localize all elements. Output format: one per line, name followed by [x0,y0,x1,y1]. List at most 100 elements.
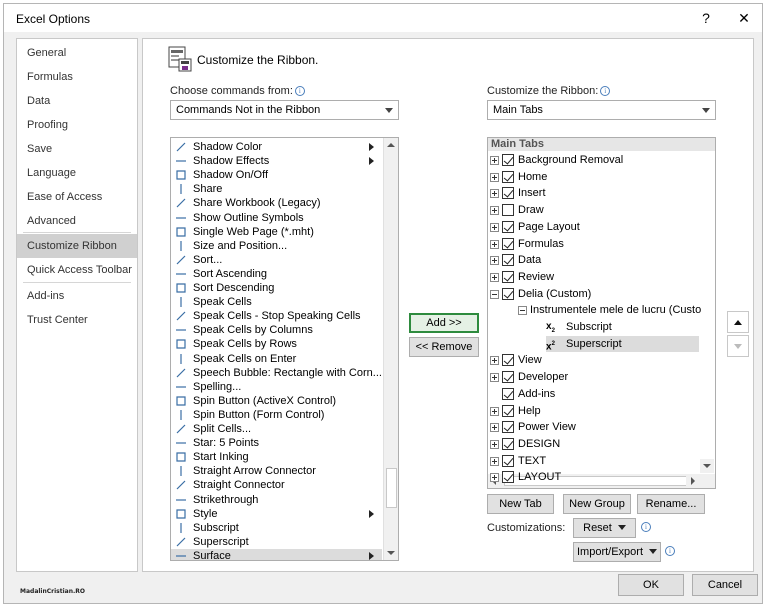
new-group-button[interactable]: New Group [563,494,631,514]
scroll-down-button[interactable] [384,546,398,560]
expand-icon[interactable] [490,373,499,383]
command-item[interactable]: Straight Connector [171,478,382,492]
tree-item[interactable]: Developer [488,369,699,385]
command-item[interactable]: Speak Cells - Stop Speaking Cells [171,309,382,323]
tab-checkbox[interactable] [502,371,514,384]
expand-icon[interactable] [490,172,499,182]
tab-checkbox[interactable] [502,154,514,166]
tree-item[interactable]: Delia (Custom) [488,286,699,302]
tab-checkbox[interactable] [502,204,514,217]
command-item[interactable]: Shadow Effects [171,154,382,168]
expand-icon[interactable] [490,239,499,249]
tree-item[interactable]: TEXT [488,453,699,469]
tree-item[interactable]: Draw [488,202,699,218]
command-item[interactable]: Speak Cells by Columns [171,323,382,337]
expand-icon[interactable] [490,439,499,449]
tab-checkbox[interactable] [502,454,514,467]
add-button[interactable]: Add >> [409,313,479,333]
command-item[interactable]: Sort Ascending [171,267,382,281]
tree-item[interactable]: Page Layout [488,219,699,235]
tree-item[interactable]: Insert [488,185,699,201]
move-down-button[interactable] [727,335,749,357]
tab-checkbox[interactable] [502,187,514,200]
expand-icon[interactable] [490,206,499,216]
import-export-button[interactable]: Import/Export [573,542,661,562]
nav-item-ease-of-access[interactable]: Ease of Access [17,185,137,209]
remove-button[interactable]: << Remove [409,337,479,357]
expand-icon[interactable] [490,473,499,483]
customize-ribbon-select[interactable]: Main Tabs [487,100,716,120]
tab-checkbox[interactable] [502,270,514,283]
tab-checkbox[interactable] [502,254,514,267]
expand-icon[interactable] [490,156,499,165]
tree-item[interactable]: View [488,352,699,368]
ribbon-tree[interactable]: Main Tabs Background Removal Home Insert Dr… [487,137,716,489]
expand-icon[interactable] [490,423,499,433]
command-item[interactable]: Share Workbook (Legacy) [171,196,382,210]
tab-checkbox[interactable] [502,471,514,484]
tab-checkbox[interactable] [502,354,514,367]
tree-item[interactable]: DESIGN [488,436,699,452]
nav-item-advanced[interactable]: Advanced [17,209,137,233]
command-item[interactable]: Spin Button (ActiveX Control) [171,394,382,408]
command-item[interactable]: Subscript [171,521,382,535]
new-tab-button[interactable]: New Tab [487,494,554,514]
commands-scrollbar[interactable] [383,138,398,560]
command-item[interactable]: Start Inking [171,450,382,464]
expand-icon[interactable] [490,222,499,232]
nav-item-save[interactable]: Save [17,137,137,161]
help-button[interactable]: ? [692,7,720,29]
command-item[interactable]: Share [171,182,382,196]
nav-item-proofing[interactable]: Proofing [17,113,137,137]
tab-checkbox[interactable] [502,404,514,417]
nav-item-add-ins[interactable]: Add-ins [17,284,137,308]
scroll-thumb[interactable] [386,468,397,508]
expand-icon[interactable] [490,256,499,266]
tree-item[interactable]: Instrumentele mele de lucru (Custo [488,302,701,318]
command-item[interactable]: Shadow Color [171,140,382,154]
tree-item[interactable]: Add-ins [488,386,699,402]
tree-scroll-down-button[interactable] [700,459,714,473]
command-item[interactable]: Size and Position... [171,239,382,253]
tree-item[interactable]: Formulas [488,236,699,252]
move-up-button[interactable] [727,311,749,333]
tab-checkbox[interactable] [502,220,514,233]
reset-button[interactable]: Reset [573,518,636,538]
command-item[interactable]: Sort Descending [171,281,382,295]
command-item[interactable]: Style [171,507,382,521]
command-item[interactable]: Speech Bubble: Rectangle with Corn... [171,366,382,380]
collapse-icon[interactable] [518,306,527,316]
tab-checkbox[interactable] [502,387,514,400]
tab-checkbox[interactable] [502,437,514,450]
tab-checkbox[interactable] [502,287,514,300]
close-button[interactable]: ✕ [730,7,758,29]
tree-item[interactable]: Power View [488,419,699,435]
expand-icon[interactable] [490,456,499,466]
tree-item[interactable]: x2 Subscript [488,319,699,335]
command-item[interactable]: Spelling... [171,380,382,394]
tab-checkbox[interactable] [502,237,514,250]
choose-commands-select[interactable]: Commands Not in the Ribbon [170,100,399,120]
tree-item[interactable]: Data [488,252,699,268]
tree-item[interactable]: Home [488,169,699,185]
nav-item-data[interactable]: Data [17,89,137,113]
nav-item-general[interactable]: General [17,41,137,65]
command-item[interactable]: Straight Arrow Connector [171,464,382,478]
command-item[interactable]: Split Cells... [171,422,382,436]
nav-item-trust-center[interactable]: Trust Center [17,308,137,332]
command-item[interactable]: Speak Cells [171,295,382,309]
commands-list[interactable]: Surface Superscript Subscript Style Striketh… [170,137,399,561]
tree-item[interactable]: Background Removal [488,152,699,168]
command-item[interactable]: Star: 5 Points [171,436,382,450]
expand-icon[interactable] [490,189,499,199]
nav-item-formulas[interactable]: Formulas [17,65,137,89]
command-item[interactable]: Superscript [171,535,382,549]
command-item[interactable]: Shadow On/Off [171,168,382,182]
command-item[interactable]: Strikethrough [171,493,382,507]
nav-item-quick-access-toolbar[interactable]: Quick Access Toolbar [17,258,137,282]
cancel-button[interactable]: Cancel [692,574,758,596]
command-item[interactable]: Single Web Page (*.mht) [171,225,382,239]
tree-item[interactable]: Review [488,269,699,285]
command-item[interactable]: Spin Button (Form Control) [171,408,382,422]
command-item[interactable]: Surface [171,548,382,560]
